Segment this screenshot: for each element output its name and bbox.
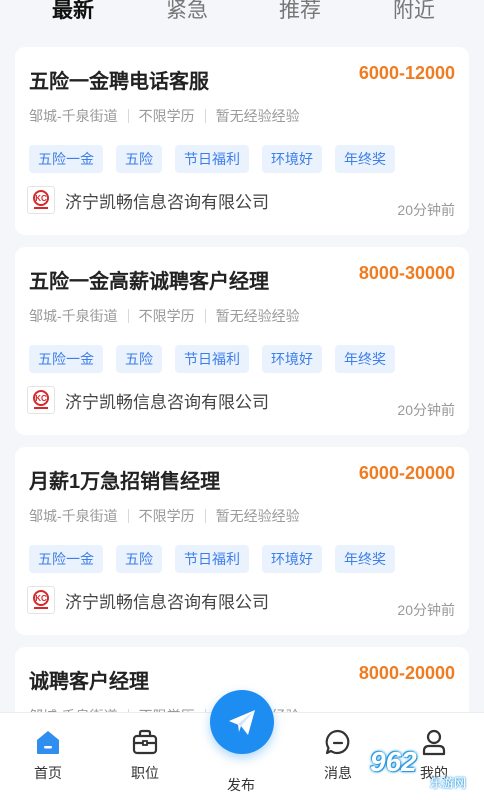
nav-jobs[interactable]: 职位 xyxy=(115,713,175,800)
company-row: KC 济宁凯畅信息咨询有限公司 xyxy=(27,386,269,414)
svg-text:KC: KC xyxy=(35,394,47,403)
tab-recommended[interactable]: 推荐 xyxy=(279,0,321,28)
job-salary: 6000-20000 xyxy=(358,463,455,483)
tab-nearby[interactable]: 附近 xyxy=(393,0,435,28)
paper-plane-icon xyxy=(229,710,255,735)
briefcase-icon xyxy=(132,729,158,755)
job-tag: 节日福利 xyxy=(175,345,249,373)
divider xyxy=(127,309,129,323)
watermark-logo: 962 乐游网 xyxy=(338,744,478,796)
post-time: 20分钟前 xyxy=(397,602,455,618)
job-title: 诚聘客户经理 xyxy=(29,671,149,693)
job-tag: 环境好 xyxy=(262,345,322,373)
job-title: 月薪1万急招销售经理 xyxy=(29,471,221,493)
company-logo-icon: KC xyxy=(27,186,55,214)
nav-jobs-label: 职位 xyxy=(131,765,159,781)
job-tag: 环境好 xyxy=(262,145,322,173)
job-title: 五险一金高薪诚聘客户经理 xyxy=(29,271,269,293)
job-tag: 年终奖 xyxy=(335,345,395,373)
tab-latest[interactable]: 最新 xyxy=(52,0,94,28)
publish-button[interactable] xyxy=(210,690,274,754)
job-title: 五险一金聘电话客服 xyxy=(29,71,209,93)
job-meta: 邹城-千泉街道 不限学历 暂无经验经验 xyxy=(29,106,300,126)
svg-text:KC: KC xyxy=(35,194,47,203)
divider xyxy=(204,309,206,323)
job-education: 不限学历 xyxy=(138,308,195,324)
job-tag: 年终奖 xyxy=(335,545,395,573)
svg-text:KC: KC xyxy=(35,594,47,603)
company-logo-icon: KC xyxy=(27,586,55,614)
job-tag: 五险 xyxy=(116,545,162,573)
nav-home-label: 首页 xyxy=(34,765,62,781)
divider xyxy=(204,109,206,123)
divider xyxy=(127,509,129,523)
company-logo-icon: KC xyxy=(27,386,55,414)
job-card[interactable]: 五险一金聘电话客服 6000-12000 邹城-千泉街道 不限学历 暂无经验经验… xyxy=(15,47,469,235)
job-tag: 五险 xyxy=(116,345,162,373)
job-tags: 五险一金 五险 节日福利 环境好 年终奖 xyxy=(29,145,408,173)
job-tag: 五险一金 xyxy=(29,345,103,373)
tab-urgent[interactable]: 紧急 xyxy=(166,0,208,28)
job-tag: 节日福利 xyxy=(175,545,249,573)
home-icon xyxy=(37,731,59,754)
job-tag: 年终奖 xyxy=(335,145,395,173)
job-education: 不限学历 xyxy=(138,508,195,524)
nav-home[interactable]: 首页 xyxy=(18,713,78,800)
job-card[interactable]: 月薪1万急招销售经理 6000-20000 邹城-千泉街道 不限学历 暂无经验经… xyxy=(15,447,469,635)
job-location: 邹城-千泉街道 xyxy=(29,308,118,324)
post-time: 20分钟前 xyxy=(397,402,455,418)
watermark-text: 962 xyxy=(370,746,417,777)
job-location: 邹城-千泉街道 xyxy=(29,108,118,124)
job-tags: 五险一金 五险 节日福利 环境好 年终奖 xyxy=(29,345,408,373)
company-row: KC 济宁凯畅信息咨询有限公司 xyxy=(27,586,269,614)
job-meta: 邹城-千泉街道 不限学历 暂无经验经验 xyxy=(29,306,300,326)
company-name: 济宁凯畅信息咨询有限公司 xyxy=(65,392,269,412)
job-tag: 五险一金 xyxy=(29,545,103,573)
job-salary: 8000-30000 xyxy=(358,263,455,283)
job-card[interactable]: 五险一金高薪诚聘客户经理 8000-30000 邹城-千泉街道 不限学历 暂无经… xyxy=(15,247,469,435)
nav-post-label: 发布 xyxy=(227,777,255,793)
job-experience: 暂无经验经验 xyxy=(215,508,300,524)
job-tag: 五险一金 xyxy=(29,145,103,173)
job-meta: 邹城-千泉街道 不限学历 暂无经验经验 xyxy=(29,506,300,526)
app-root: 最新 紧急 推荐 附近 五险一金聘电话客服 6000-12000 邹城-千泉街道… xyxy=(0,0,484,800)
top-tabs: 最新 紧急 推荐 附近 xyxy=(0,0,484,34)
job-salary: 8000-20000 xyxy=(358,663,455,683)
watermark-subtext: 乐游网 xyxy=(430,776,467,790)
company-row: KC 济宁凯畅信息咨询有限公司 xyxy=(27,186,269,214)
divider xyxy=(127,109,129,123)
job-salary: 6000-12000 xyxy=(358,63,455,83)
job-education: 不限学历 xyxy=(138,108,195,124)
company-name: 济宁凯畅信息咨询有限公司 xyxy=(65,592,269,612)
job-tag: 五险 xyxy=(116,145,162,173)
job-tag: 环境好 xyxy=(262,545,322,573)
post-time: 20分钟前 xyxy=(397,202,455,218)
job-tags: 五险一金 五险 节日福利 环境好 年终奖 xyxy=(29,545,408,573)
job-experience: 暂无经验经验 xyxy=(215,108,300,124)
job-experience: 暂无经验经验 xyxy=(215,308,300,324)
divider xyxy=(204,509,206,523)
job-tag: 节日福利 xyxy=(175,145,249,173)
company-name: 济宁凯畅信息咨询有限公司 xyxy=(65,192,269,212)
job-location: 邹城-千泉街道 xyxy=(29,508,118,524)
